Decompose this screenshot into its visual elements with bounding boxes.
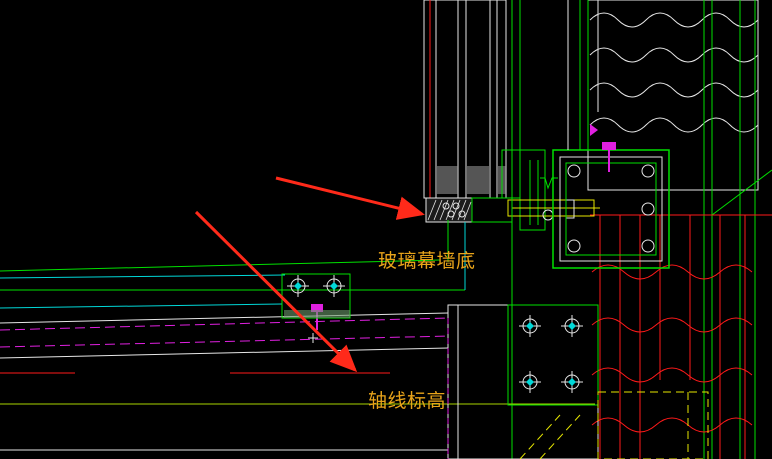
embedded-plate-block xyxy=(447,304,709,459)
arrow-to-axis-elevation xyxy=(194,210,358,373)
floor-slab-lines xyxy=(0,220,595,451)
red-insulation-lower xyxy=(590,214,772,459)
slab-connection-plate xyxy=(281,273,351,319)
crosshair-cursor-icon xyxy=(308,333,318,343)
arrow-to-glass-bottom xyxy=(275,176,425,220)
insulation-wall-panel xyxy=(587,0,772,459)
glass-mullion-profile xyxy=(423,0,521,199)
bottom-seal-hatch xyxy=(425,197,473,223)
bracket-assembly xyxy=(471,149,600,231)
label-glass-curtain-wall-bottom: 玻璃幕墙底 xyxy=(378,250,476,272)
magenta-anchor-top xyxy=(590,124,616,172)
label-axis-elevation: 轴线标高 xyxy=(368,390,447,412)
